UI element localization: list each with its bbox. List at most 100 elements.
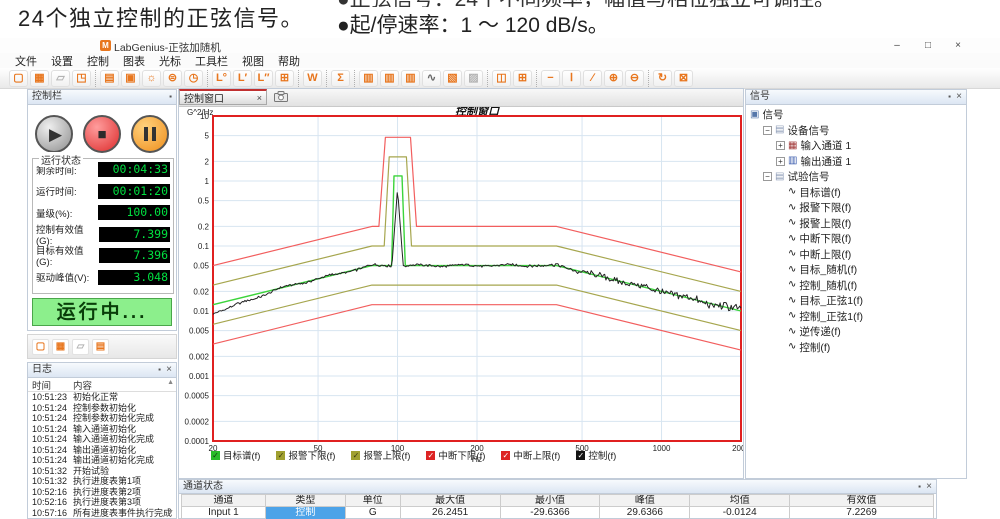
table-row[interactable]: Input 1控制G26.2451-29.636629.6366-0.01247… [181, 507, 934, 519]
legend-item-中断上限(f)[interactable]: ✓中断上限(f) [501, 448, 560, 462]
tree-item-输入通道 1[interactable]: +▦输入通道 1 [748, 138, 966, 154]
sigma-stats-icon[interactable]: Σ [331, 70, 350, 87]
tree-item-报警下限(f)[interactable]: ∿报警下限(f) [748, 200, 966, 216]
log-row[interactable]: 10:51:24输出通道初始化 [28, 445, 176, 456]
save-file-icon[interactable]: ▦ [30, 70, 49, 87]
log-row[interactable]: 10:57:16所有进度表事件执行完成 [28, 508, 176, 519]
log-row[interactable]: 10:52:16执行进度表第3项 [28, 497, 176, 508]
tree-item-控制_随机(f)[interactable]: ∿控制_随机(f) [748, 278, 966, 294]
tile-vertical-icon[interactable]: ◫ [492, 70, 511, 87]
tree-item-目标_随机(f)[interactable]: ∿目标_随机(f) [748, 262, 966, 278]
pin-icon[interactable]: ▪ [948, 92, 951, 102]
close-icon[interactable]: × [956, 91, 962, 103]
stop-button[interactable]: ■ [83, 115, 121, 153]
mini-print-icon[interactable]: ▤ [92, 339, 109, 355]
cursor-horizontal-icon[interactable]: − [541, 70, 560, 87]
collapse-icon[interactable]: − [763, 172, 772, 181]
legend-checkbox[interactable]: ✓ [211, 451, 220, 460]
tree-item-目标_正弦1(f)[interactable]: ∿目标_正弦1(f) [748, 293, 966, 309]
fit-view-icon[interactable]: ⊠ [674, 70, 693, 87]
legend-checkbox[interactable]: ✓ [276, 451, 285, 460]
pause-button[interactable] [131, 115, 169, 153]
expand-icon[interactable]: + [776, 141, 785, 150]
tree-item-逆传递(f)[interactable]: ∿逆传递(f) [748, 324, 966, 340]
bar-chart-3-icon[interactable]: ▥ [401, 70, 420, 87]
tree-item-目标谱(f)[interactable]: ∿目标谱(f) [748, 185, 966, 201]
refresh-icon[interactable]: ↻ [653, 70, 672, 87]
tree-item-报警上限(f)[interactable]: ∿报警上限(f) [748, 216, 966, 232]
menu-item-帮助[interactable]: 帮助 [271, 53, 307, 69]
clock-icon[interactable]: ◷ [184, 70, 203, 87]
bar-chart-2-icon[interactable]: ▥ [380, 70, 399, 87]
menu-item-文件[interactable]: 文件 [8, 53, 44, 69]
tab-close-icon[interactable]: × [257, 93, 262, 103]
copy-window-icon[interactable]: ⊞ [275, 70, 294, 87]
tree-item-控制_正弦1(f)[interactable]: ∿控制_正弦1(f) [748, 309, 966, 325]
log-row[interactable]: 10:51:24输入通道初始化 [28, 424, 176, 435]
zoom-out-icon[interactable]: ⊖ [625, 70, 644, 87]
legend-checkbox[interactable]: ✓ [576, 451, 585, 460]
screenshot-icon[interactable]: ▣ [121, 70, 140, 87]
log-row[interactable]: 10:51:32开始试验 [28, 466, 176, 477]
tree-item-试验信号[interactable]: −▤试验信号 [748, 169, 966, 185]
log-row[interactable]: 10:51:24控制参数初始化 [28, 403, 176, 414]
zoom-in-icon[interactable]: ⊕ [604, 70, 623, 87]
print-icon[interactable]: ▤ [100, 70, 119, 87]
pin-icon[interactable]: ▪ [169, 92, 172, 102]
tree-item-中断下限(f)[interactable]: ∿中断下限(f) [748, 231, 966, 247]
pin-icon[interactable]: ▪ [918, 482, 921, 492]
cursor-slash-icon[interactable]: ∕ [583, 70, 602, 87]
legend-checkbox[interactable]: ✓ [501, 451, 510, 460]
level-degree-icon[interactable]: L° [212, 70, 231, 87]
expand-icon[interactable]: + [776, 157, 785, 166]
collapse-icon[interactable]: − [763, 126, 772, 135]
menu-item-工具栏[interactable]: 工具栏 [188, 53, 235, 69]
menu-item-设置[interactable]: 设置 [44, 53, 80, 69]
tile-grid-icon[interactable]: ⊞ [513, 70, 532, 87]
word-report-icon[interactable]: W [303, 70, 322, 87]
legend-item-报警上限(f)[interactable]: ✓报警上限(f) [351, 448, 410, 462]
minimize-button[interactable]: – [887, 39, 907, 52]
scroll-up-icon[interactable]: ▲ [167, 379, 174, 386]
log-row[interactable]: 10:51:24输入通道初始化完成 [28, 434, 176, 445]
export-file-icon[interactable]: ◳ [72, 70, 91, 87]
schedule-icon[interactable]: ⊜ [163, 70, 182, 87]
pin-icon[interactable]: ▪ [158, 365, 161, 375]
settings-gear-icon[interactable]: ☼ [142, 70, 161, 87]
tree-item-控制(f)[interactable]: ∿控制(f) [748, 340, 966, 356]
log-row[interactable]: 10:51:23初始化正常 [28, 392, 176, 403]
menu-item-控制[interactable]: 控制 [80, 53, 116, 69]
legend-item-控制(f)[interactable]: ✓控制(f) [576, 448, 616, 462]
tree-item-信号[interactable]: ▣信号 [748, 107, 966, 123]
menu-item-视图[interactable]: 视图 [235, 53, 271, 69]
scroll-down-icon[interactable]: ▼ [167, 509, 174, 516]
mini-save-icon[interactable]: ▦ [52, 339, 69, 355]
level-down-icon[interactable]: L″ [254, 70, 273, 87]
mini-new-icon[interactable]: ▢ [32, 339, 49, 355]
new-file-icon[interactable]: ▢ [9, 70, 28, 87]
level-up-icon[interactable]: L′ [233, 70, 252, 87]
tab-control-window[interactable]: 控制窗口 × [179, 89, 267, 105]
edit-chart-icon[interactable]: ▧ [443, 70, 462, 87]
legend-item-报警下限(f)[interactable]: ✓报警下限(f) [276, 448, 335, 462]
spectrum-chart-icon[interactable]: ∿ [422, 70, 441, 87]
tree-item-输出通道 1[interactable]: +▥输出通道 1 [748, 154, 966, 170]
legend-item-中断下限(f)[interactable]: ✓中断下限(f) [426, 448, 485, 462]
bar-chart-1-icon[interactable]: ▥ [359, 70, 378, 87]
cursor-vertical-icon[interactable]: Ⅰ [562, 70, 581, 87]
close-icon[interactable]: × [926, 481, 932, 493]
close-button[interactable]: × [948, 39, 968, 52]
log-row[interactable]: 10:52:16执行进度表第2项 [28, 487, 176, 498]
tree-item-设备信号[interactable]: −▤设备信号 [748, 123, 966, 139]
menu-item-图表[interactable]: 图表 [116, 53, 152, 69]
maximize-button[interactable]: □ [918, 39, 938, 52]
log-row[interactable]: 10:51:32执行进度表第1项 [28, 476, 176, 487]
close-icon[interactable]: × [166, 364, 172, 376]
legend-checkbox[interactable]: ✓ [351, 451, 360, 460]
play-button[interactable]: ▶ [35, 115, 73, 153]
legend-item-目标谱(f)[interactable]: ✓目标谱(f) [211, 448, 260, 462]
legend-checkbox[interactable]: ✓ [426, 451, 435, 460]
log-row[interactable]: 10:51:24控制参数初始化完成 [28, 413, 176, 424]
tree-item-中断上限(f)[interactable]: ∿中断上限(f) [748, 247, 966, 263]
snapshot-button[interactable] [271, 89, 291, 104]
